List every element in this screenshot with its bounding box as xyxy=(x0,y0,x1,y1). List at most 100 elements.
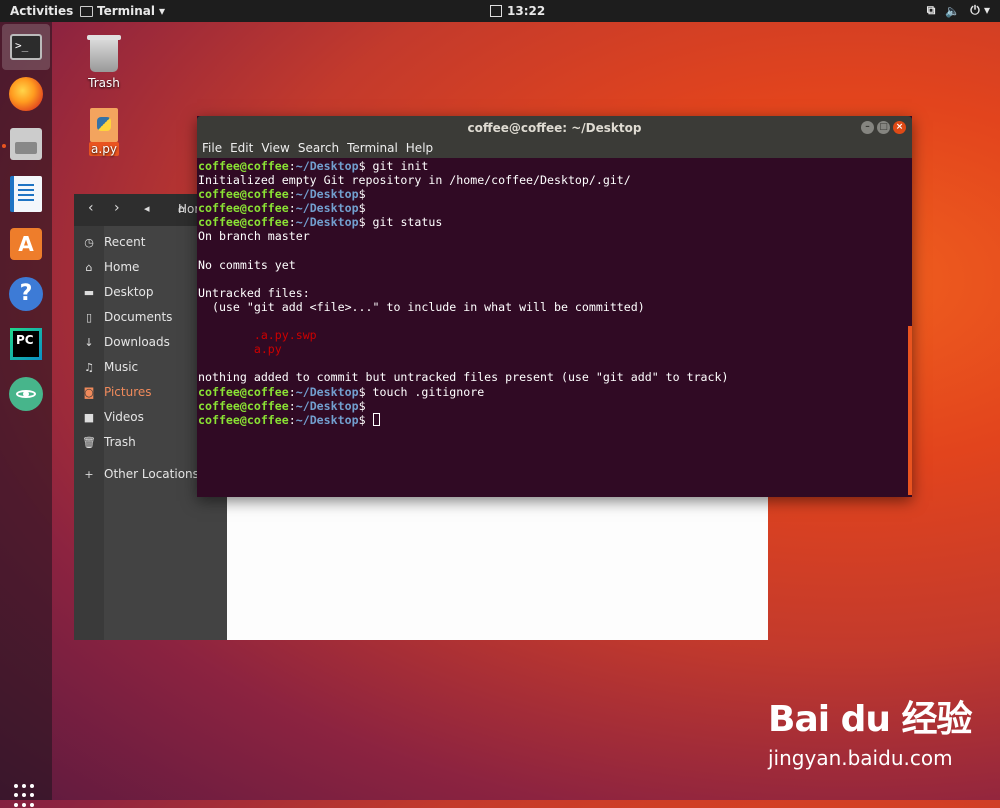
place-label: Recent xyxy=(104,235,146,249)
terminal-menubar: File Edit View Search Terminal Help xyxy=(197,140,912,158)
terminal-line: coffee@coffee:~/Desktop$ xyxy=(198,412,903,427)
app-menu-label: Terminal xyxy=(97,4,156,18)
output-text: (use "git add <file>..." to include in w… xyxy=(198,299,645,314)
place-label: Pictures xyxy=(104,385,152,399)
output-text: Initialized empty Git repository in /hom… xyxy=(198,173,631,188)
activities-button[interactable]: Activities xyxy=(10,4,73,18)
desktop-file-a-py[interactable]: a.py xyxy=(74,108,134,156)
output-text: On branch master xyxy=(198,229,310,244)
dock-atom[interactable] xyxy=(6,374,46,414)
place-label: Videos xyxy=(104,410,144,424)
terminal-output[interactable]: coffee@coffee:~/Desktop$ git init Initial… xyxy=(198,159,903,495)
back-icon[interactable]: ‹ xyxy=(88,200,94,220)
software-center-icon: A xyxy=(10,228,42,260)
video-icon: ■ xyxy=(83,410,95,424)
terminal-line: coffee@coffee:~/Desktop$ xyxy=(198,187,366,202)
atom-icon xyxy=(9,377,43,411)
terminal-scrollbar[interactable] xyxy=(908,326,912,495)
terminal-cursor xyxy=(372,412,380,426)
system-tray[interactable]: ⧉ 🔈 ⏻ ▾ xyxy=(927,3,990,18)
desktop-trash[interactable]: Trash xyxy=(74,35,134,90)
pycharm-icon: PC xyxy=(10,328,42,360)
place-label: Documents xyxy=(104,310,173,324)
python-file-icon xyxy=(90,108,118,142)
plus-icon: + xyxy=(84,467,94,481)
files-icon xyxy=(10,128,42,160)
menu-view[interactable]: View xyxy=(261,140,289,158)
menu-search[interactable]: Search xyxy=(298,140,339,158)
terminal-line: (use "git add <file>..." to include in w… xyxy=(198,300,903,314)
firefox-icon xyxy=(9,77,43,111)
dock-terminal[interactable]: >_ xyxy=(2,24,50,70)
output-text: No commits yet xyxy=(198,257,296,272)
terminal-line: No commits yet xyxy=(198,258,903,272)
prompt-path: ~/Desktop xyxy=(295,159,359,173)
trash-icon xyxy=(87,35,121,72)
desktop-icon-label: a.py xyxy=(89,142,119,156)
terminal-window[interactable]: coffee@coffee: ~/Desktop – □ × File Edit… xyxy=(197,116,912,497)
home-icon: ⌂ xyxy=(85,260,93,274)
app-menu[interactable]: Terminal ▾ xyxy=(80,4,165,18)
untracked-file: a.py xyxy=(198,342,282,357)
output-text: nothing added to commit but untracked fi… xyxy=(198,370,729,385)
prompt-command: $ xyxy=(358,187,366,202)
dock-pycharm[interactable]: PC xyxy=(6,324,46,364)
output-text: Untracked files: xyxy=(198,285,310,300)
show-applications-icon[interactable] xyxy=(14,784,38,808)
power-icon[interactable]: ⏻ ▾ xyxy=(970,3,990,18)
prompt-command: $ touch .gitignore xyxy=(358,384,485,399)
prompt-path: ~/Desktop xyxy=(295,398,359,413)
menu-file[interactable]: File xyxy=(202,140,222,158)
clock-label: 13:22 xyxy=(507,4,546,18)
help-icon: ? xyxy=(9,277,43,311)
terminal-icon: >_ xyxy=(10,34,42,60)
dock-firefox[interactable] xyxy=(6,74,46,114)
network-icon[interactable]: ⧉ xyxy=(927,3,936,18)
prompt-path: ~/Desktop xyxy=(295,201,359,216)
prompt-path: ~/Desktop xyxy=(295,412,359,427)
terminal-line: a.py xyxy=(198,342,903,356)
dock-help[interactable]: ? xyxy=(6,274,46,314)
path-left-icon[interactable]: ◂ xyxy=(144,202,150,222)
prompt-user: coffee@coffee xyxy=(198,398,289,413)
clock[interactable]: 13:22 xyxy=(490,4,545,18)
terminal-titlebar[interactable]: coffee@coffee: ~/Desktop – □ × xyxy=(197,116,912,140)
menu-help[interactable]: Help xyxy=(406,140,433,158)
volume-icon[interactable]: 🔈 xyxy=(945,4,960,18)
watermark-url: jingyan.baidu.com xyxy=(768,746,953,770)
prompt-user: coffee@coffee xyxy=(198,384,289,399)
menu-edit[interactable]: Edit xyxy=(230,140,253,158)
place-label: Downloads xyxy=(104,335,170,349)
dock-files[interactable] xyxy=(6,124,46,164)
calendar-icon xyxy=(490,5,502,17)
dock-writer[interactable] xyxy=(6,174,46,214)
clock-icon: ◷ xyxy=(84,235,94,249)
maximize-button[interactable]: □ xyxy=(877,121,890,134)
prompt-command: $ xyxy=(358,412,373,427)
window-title: coffee@coffee: ~/Desktop xyxy=(467,121,642,135)
terminal-line: coffee@coffee:~/Desktop$ xyxy=(198,201,366,216)
untracked-file: .a.py.swp xyxy=(198,328,317,343)
close-button[interactable]: × xyxy=(893,121,906,134)
terminal-line: .a.py.swp xyxy=(198,328,903,342)
place-label: Home xyxy=(104,260,140,274)
prompt-command: $ git status xyxy=(358,215,443,230)
terminal-line: coffee@coffee:~/Desktop$ git init xyxy=(198,159,429,173)
chevron-down-icon: ▾ xyxy=(159,4,166,18)
folder-icon: ▬ xyxy=(83,285,95,299)
prompt-path: ~/Desktop xyxy=(295,384,359,399)
forward-icon[interactable]: › xyxy=(114,200,120,220)
place-label: Other Locations xyxy=(104,467,199,481)
place-label: Desktop xyxy=(104,285,154,299)
menu-terminal[interactable]: Terminal xyxy=(347,140,398,158)
dock-software[interactable]: A xyxy=(6,224,46,264)
writer-icon xyxy=(10,176,42,212)
camera-icon: ◙ xyxy=(83,385,95,399)
prompt-path: ~/Desktop xyxy=(295,187,359,202)
watermark-logo: Bai du 经验 xyxy=(768,699,973,740)
terminal-line: nothing added to commit but untracked fi… xyxy=(198,370,903,384)
minimize-button[interactable]: – xyxy=(861,121,874,134)
